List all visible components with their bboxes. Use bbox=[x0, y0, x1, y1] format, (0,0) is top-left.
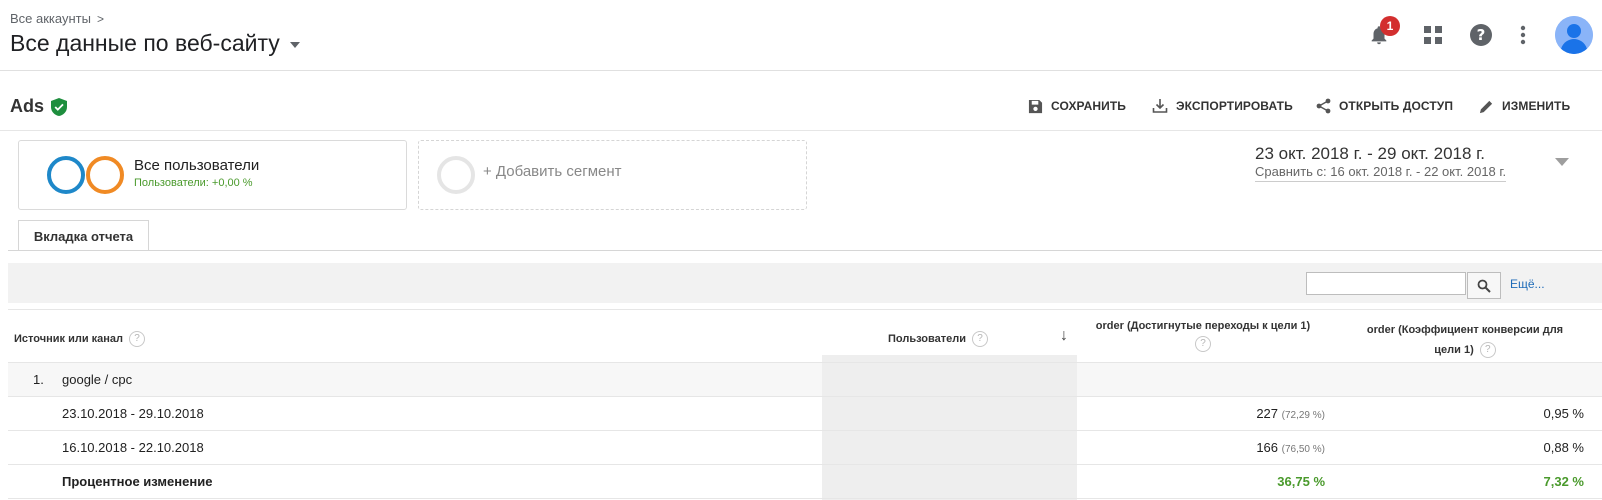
cell-goal-change: 36,75 % bbox=[1277, 474, 1325, 489]
cell-goal-value: 166 bbox=[1256, 440, 1279, 455]
share-label: ОТКРЫТЬ ДОСТУП bbox=[1339, 99, 1454, 113]
toolbar-divider bbox=[0, 130, 1602, 131]
col-header-users[interactable]: Пользователи? bbox=[888, 331, 989, 347]
account-avatar[interactable] bbox=[1555, 16, 1593, 54]
help-tooltip-icon[interactable]: ? bbox=[129, 331, 146, 347]
share-icon bbox=[1316, 98, 1331, 114]
row-divider bbox=[8, 464, 1602, 465]
more-vert-icon bbox=[1520, 25, 1526, 45]
report-title: Ads bbox=[10, 96, 68, 117]
table-header-top-line bbox=[8, 309, 1602, 310]
download-icon bbox=[1152, 99, 1168, 113]
save-button[interactable]: СОХРАНИТЬ bbox=[1028, 95, 1126, 117]
date-range-dropdown-icon[interactable] bbox=[1555, 158, 1569, 166]
col-header-goal-completions-label: order (Достигнутые переходы к цели 1) bbox=[1095, 320, 1311, 332]
empty-segment-circle-icon bbox=[437, 156, 475, 194]
cell-goal-percent: (76,50 %) bbox=[1281, 444, 1325, 455]
more-options-button[interactable] bbox=[1508, 20, 1538, 50]
cell-goal-percent: (72,29 %) bbox=[1281, 410, 1325, 421]
segment-subtitle: Пользователи: +0,00 % bbox=[134, 177, 253, 189]
row-divider bbox=[8, 396, 1602, 397]
segment-circles-icon bbox=[47, 156, 124, 194]
avatar-icon bbox=[1555, 16, 1593, 54]
add-segment-label: + Добавить сегмент bbox=[483, 163, 622, 180]
table-search-input[interactable] bbox=[1306, 272, 1466, 295]
sort-descending-icon[interactable]: ↓ bbox=[1060, 327, 1068, 345]
svg-text:?: ? bbox=[1477, 26, 1486, 44]
view-selector[interactable]: Все данные по веб-сайту bbox=[10, 30, 300, 57]
export-button[interactable]: ЭКСПОРТИРОВАТЬ bbox=[1152, 95, 1293, 117]
segment-all-users[interactable]: Все пользователи Пользователи: +0,00 % bbox=[18, 140, 407, 210]
help-button[interactable]: ? bbox=[1466, 20, 1496, 50]
row-percent-change-label: Процентное изменение bbox=[62, 474, 213, 489]
caret-down-icon[interactable] bbox=[289, 41, 300, 48]
top-header: Все аккаунты > Все данные по веб-сайту 1 … bbox=[0, 0, 1602, 71]
pencil-icon bbox=[1479, 100, 1493, 113]
col-header-users-label: Пользователи bbox=[888, 332, 967, 345]
help-tooltip-icon[interactable]: ? bbox=[972, 331, 989, 347]
segment-name: Все пользователи bbox=[134, 157, 260, 174]
cell-goal-value: 227 bbox=[1256, 406, 1279, 421]
row-divider bbox=[8, 430, 1602, 431]
notification-badge: 1 bbox=[1380, 16, 1400, 36]
tab-underline bbox=[8, 250, 1602, 251]
add-segment-card[interactable]: + Добавить сегмент bbox=[418, 140, 807, 210]
table-row-group bbox=[8, 362, 1602, 396]
search-icon bbox=[1477, 279, 1491, 293]
row-period-previous: 16.10.2018 - 22.10.2018 bbox=[62, 440, 204, 455]
date-range-main[interactable]: 23 окт. 2018 г. - 29 окт. 2018 г. bbox=[1255, 144, 1485, 164]
breadcrumb-chevron-icon: > bbox=[96, 12, 104, 26]
row-divider bbox=[8, 362, 1602, 363]
cell-conversion-rate: 0,88 % bbox=[1543, 440, 1584, 455]
cell-goal-completions: 166 (76,50 %) bbox=[1100, 440, 1325, 455]
help-icon: ? bbox=[1470, 24, 1492, 46]
verified-shield-icon bbox=[51, 97, 68, 116]
apps-grid-icon bbox=[1424, 26, 1442, 44]
col-header-conversion-rate-line2: цели 1) bbox=[1434, 344, 1474, 356]
notifications-button[interactable]: 1 bbox=[1364, 16, 1400, 50]
row-period-current: 23.10.2018 - 29.10.2018 bbox=[62, 406, 204, 421]
users-column-band bbox=[822, 355, 1077, 500]
date-range-compare[interactable]: Сравнить с: 16 окт. 2018 г. - 22 окт. 20… bbox=[1255, 164, 1507, 182]
edit-label: ИЗМЕНИТЬ bbox=[1502, 99, 1571, 113]
help-tooltip-icon[interactable]: ? bbox=[1195, 336, 1211, 352]
row-index: 1. bbox=[33, 372, 44, 387]
edit-button[interactable]: ИЗМЕНИТЬ bbox=[1479, 95, 1570, 117]
apps-button[interactable] bbox=[1418, 20, 1448, 50]
col-header-goal-completions[interactable]: order (Достигнутые переходы к цели 1) ? bbox=[1078, 320, 1328, 352]
breadcrumb-all-accounts[interactable]: Все аккаунты bbox=[10, 11, 91, 26]
col-header-conversion-rate-line1: order (Коэффициент конверсии для bbox=[1366, 324, 1564, 336]
report-title-text: Ads bbox=[10, 96, 45, 116]
save-icon bbox=[1028, 99, 1043, 113]
tab-report[interactable]: Вкладка отчета bbox=[18, 220, 149, 251]
view-title[interactable]: Все данные по веб-сайту bbox=[10, 30, 280, 56]
save-label: СОХРАНИТЬ bbox=[1051, 99, 1127, 113]
export-label: ЭКСПОРТИРОВАТЬ bbox=[1176, 99, 1293, 113]
col-header-source-label: Источник или канал bbox=[14, 332, 124, 345]
row-source-link[interactable]: google / cpc bbox=[62, 372, 132, 387]
help-tooltip-icon[interactable]: ? bbox=[1479, 342, 1496, 359]
cell-conversion-change: 7,32 % bbox=[1543, 474, 1584, 489]
col-header-conversion-rate[interactable]: order (Коэффициент конверсии для цели 1)… bbox=[1335, 320, 1595, 360]
cell-goal-completions: 227 (72,29 %) bbox=[1100, 406, 1325, 421]
col-header-source[interactable]: Источник или канал? bbox=[14, 331, 146, 347]
row-divider bbox=[8, 498, 1602, 499]
cell-conversion-rate: 0,95 % bbox=[1543, 406, 1584, 421]
breadcrumb[interactable]: Все аккаунты > bbox=[10, 11, 104, 26]
more-options-link[interactable]: Ещё... bbox=[1510, 277, 1545, 291]
search-button[interactable] bbox=[1467, 272, 1501, 299]
share-button[interactable]: ОТКРЫТЬ ДОСТУП bbox=[1316, 95, 1453, 117]
